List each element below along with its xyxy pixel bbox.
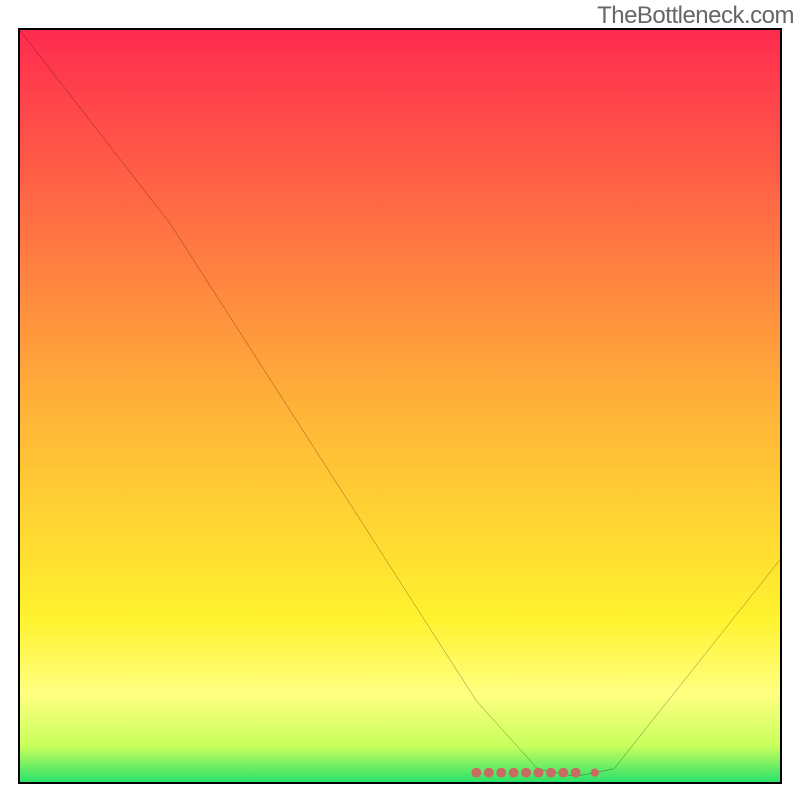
chart-background: [18, 28, 782, 784]
watermark-text: TheBottleneck.com: [597, 2, 794, 30]
bottleneck-chart: [18, 28, 782, 784]
